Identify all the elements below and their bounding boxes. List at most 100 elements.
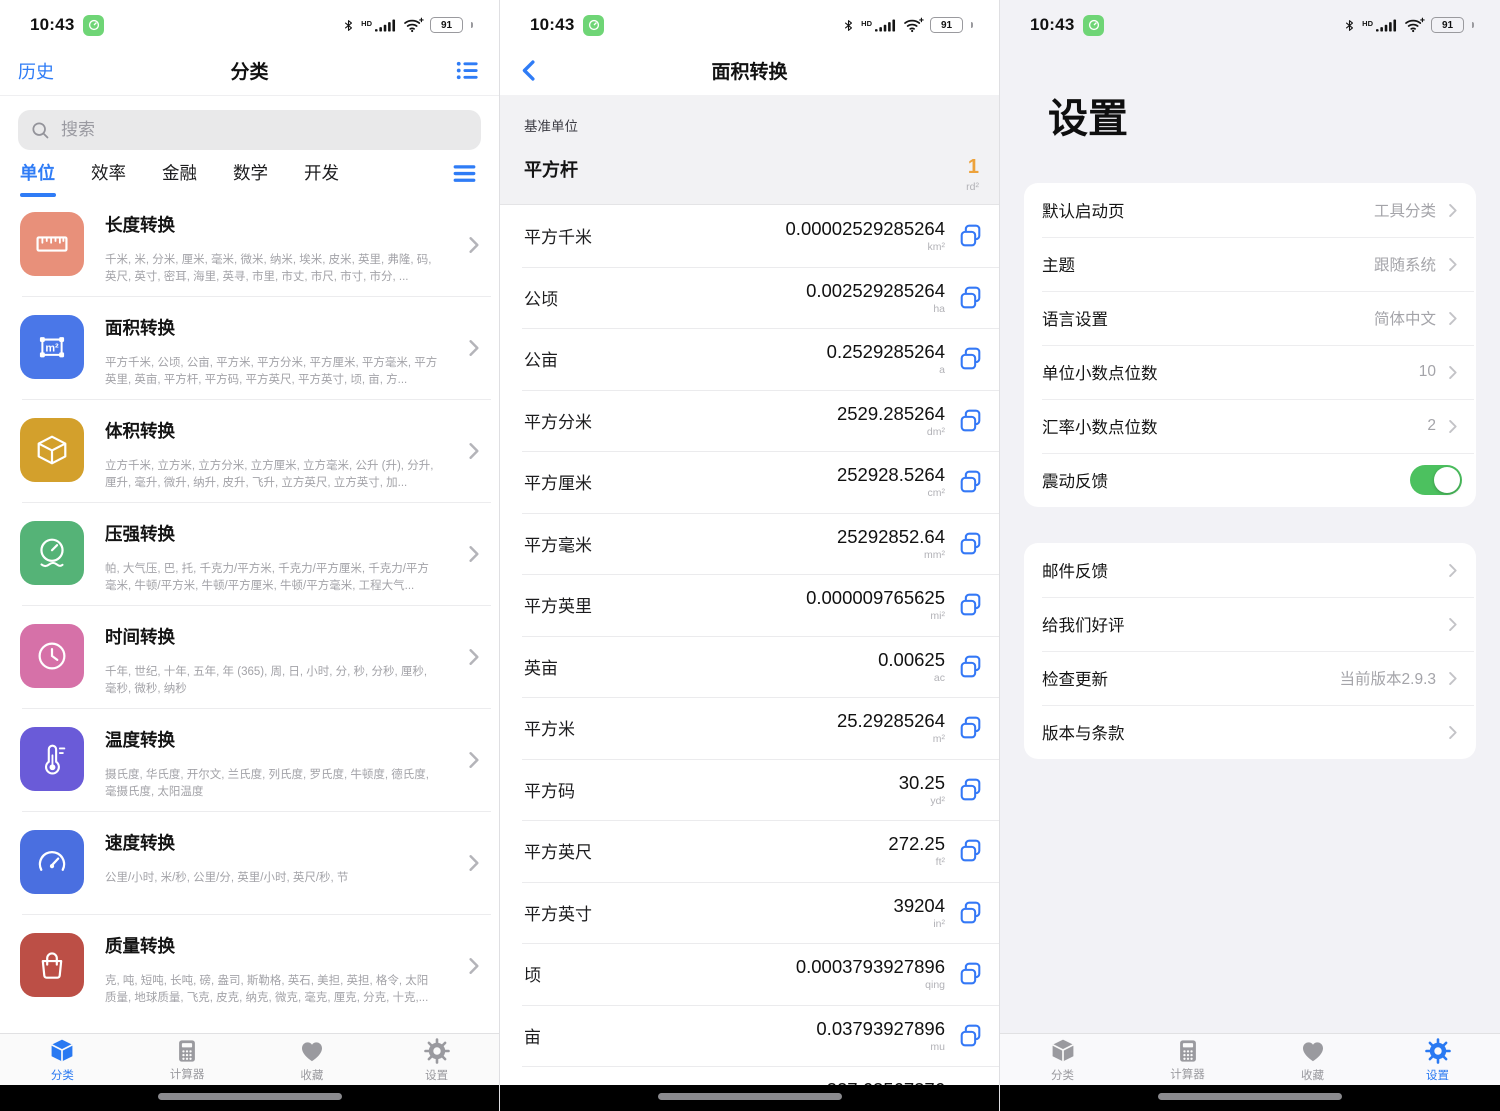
setting-value: 简体中文 <box>1374 307 1436 329</box>
chevron-right-icon <box>462 439 485 462</box>
conversion-row[interactable]: 平方英尺 272.25 ft² <box>500 820 999 882</box>
base-unit-row[interactable]: 平方杆 1 rd² <box>524 156 983 193</box>
unit-symbol: a <box>939 364 945 376</box>
tab-bar-item[interactable]: 设置 <box>1375 1034 1500 1085</box>
conversion-row[interactable]: 顷 0.0003793927896 qing <box>500 943 999 1005</box>
conversion-row[interactable]: 平方英寸 39204 in² <box>500 882 999 944</box>
settings-row[interactable]: 震动反馈 <box>1024 453 1476 507</box>
copy-icon[interactable] <box>955 774 985 804</box>
tab-bar-item[interactable]: 分类 <box>0 1034 125 1085</box>
setting-value: 工具分类 <box>1374 199 1436 221</box>
category-title: 压强转换 <box>105 521 439 546</box>
category-tab[interactable]: 单位 <box>20 160 55 197</box>
unit-value: 0.0003793927896 <box>796 956 945 978</box>
back-icon[interactable] <box>516 57 543 84</box>
conversion-row[interactable]: 平方分米 2529.285264 dm² <box>500 390 999 452</box>
tab-bar-item[interactable]: 设置 <box>374 1034 499 1085</box>
settings-row[interactable]: 给我们好评 <box>1024 597 1476 651</box>
settings-row[interactable]: 版本与条款 <box>1024 705 1476 759</box>
toggle-knob <box>1434 467 1460 493</box>
category-row[interactable]: 质量转换 克, 吨, 短吨, 长吨, 磅, 盎司, 斯勒格, 英石, 美担, 英… <box>0 914 499 1017</box>
category-row[interactable]: 压强转换 帕, 大气压, 巴, 托, 千克力/平方米, 千克力/平方厘米, 千克… <box>0 502 499 605</box>
settings-row[interactable]: 单位小数点位数 10 <box>1024 345 1476 399</box>
category-row[interactable]: m² 面积转换 平方千米, 公顷, 公亩, 平方米, 平方分米, 平方厘米, 平… <box>0 296 499 399</box>
category-tab[interactable]: 金融 <box>162 160 197 197</box>
tab-heart-icon <box>1299 1037 1327 1065</box>
home-indicator[interactable] <box>158 1093 342 1100</box>
tab-bar-item[interactable]: 计算器 <box>125 1034 250 1085</box>
copy-icon[interactable] <box>955 651 985 681</box>
category-tab[interactable]: 数学 <box>233 160 268 197</box>
copy-icon[interactable] <box>955 344 985 374</box>
home-bar <box>1000 1085 1500 1111</box>
copy-icon[interactable] <box>955 221 985 251</box>
tab-gear-icon <box>1424 1037 1452 1065</box>
conversion-row[interactable]: 平方英里 0.000009765625 mi² <box>500 574 999 636</box>
copy-icon[interactable] <box>955 897 985 927</box>
conversion-row[interactable]: 平方毫米 25292852.64 mm² <box>500 513 999 575</box>
category-row[interactable]: 速度转换 公里/小时, 米/秒, 公里/分, 英里/小时, 英尺/秒, 节 <box>0 811 499 914</box>
copy-icon[interactable] <box>955 590 985 620</box>
category-row[interactable]: 体积转换 立方千米, 立方米, 立方分米, 立方厘米, 立方毫米, 公升 (升)… <box>0 399 499 502</box>
category-row[interactable]: 时间转换 千年, 世纪, 十年, 五年, 年 (365), 周, 日, 小时, … <box>0 605 499 708</box>
category-title: 体积转换 <box>105 418 439 443</box>
settings-row[interactable]: 汇率小数点位数 2 <box>1024 399 1476 453</box>
conversion-row[interactable]: 公亩 0.2529285264 a <box>500 328 999 390</box>
tab-bar-item[interactable]: 收藏 <box>1250 1034 1375 1085</box>
wifi-icon <box>902 17 924 33</box>
clock-time: 10:43 <box>530 15 574 35</box>
clock-icon <box>20 624 84 688</box>
unit-symbol: m² <box>933 733 945 745</box>
menu-icon[interactable] <box>450 159 479 188</box>
setting-label: 邮件反馈 <box>1042 558 1108 582</box>
copy-icon[interactable] <box>955 405 985 435</box>
settings-row[interactable]: 邮件反馈 <box>1024 543 1476 597</box>
unit-symbol: yd² <box>930 795 945 807</box>
copy-icon[interactable] <box>955 467 985 497</box>
home-indicator[interactable] <box>1158 1093 1342 1100</box>
category-title: 速度转换 <box>105 830 439 855</box>
base-unit-heading: 基准单位 <box>524 115 983 135</box>
setting-value: 10 <box>1419 363 1436 381</box>
settings-row[interactable]: 主题 跟随系统 <box>1024 237 1476 291</box>
category-row[interactable]: 长度转换 千米, 米, 分米, 厘米, 毫米, 微米, 纳米, 埃米, 皮米, … <box>0 193 499 296</box>
category-tab[interactable]: 开发 <box>304 160 339 197</box>
conversion-row[interactable]: 公顷 0.002529285264 ha <box>500 267 999 329</box>
tab-bar-item[interactable]: 计算器 <box>1125 1034 1250 1085</box>
tab-bar-item[interactable]: 收藏 <box>250 1034 375 1085</box>
base-unit-value[interactable]: 1 <box>966 156 979 179</box>
conversion-row[interactable]: 亩 0.03793927896 mu <box>500 1005 999 1067</box>
copy-icon[interactable] <box>955 528 985 558</box>
list-view-icon[interactable] <box>454 57 481 84</box>
settings-row[interactable]: 语言设置 简体中文 <box>1024 291 1476 345</box>
tab-bar-item[interactable]: 分类 <box>1000 1034 1125 1085</box>
settings-row[interactable]: 默认启动页 工具分类 <box>1024 183 1476 237</box>
copy-icon[interactable] <box>955 1020 985 1050</box>
settings-row[interactable]: 检查更新 当前版本2.9.3 <box>1024 651 1476 705</box>
wifi-icon <box>1403 17 1425 33</box>
search-input[interactable] <box>59 119 469 141</box>
hd-indicator: HD <box>361 19 372 28</box>
cube-icon <box>20 418 84 482</box>
home-indicator[interactable] <box>658 1093 842 1100</box>
chevron-right-icon <box>1443 363 1462 382</box>
unit-value: 25292852.64 <box>837 526 945 548</box>
clock-time: 10:43 <box>30 15 74 35</box>
copy-icon[interactable] <box>955 282 985 312</box>
conversion-row[interactable]: 英亩 0.00625 ac <box>500 636 999 698</box>
category-tab[interactable]: 效率 <box>91 160 126 197</box>
search-bar[interactable] <box>18 110 481 150</box>
vibration-toggle[interactable] <box>1410 465 1462 495</box>
conversion-row[interactable]: 平方厘米 252928.5264 cm² <box>500 451 999 513</box>
conversion-row[interactable]: 平方码 30.25 yd² <box>500 759 999 821</box>
unit-name: 平方千米 <box>524 223 592 248</box>
category-row[interactable]: 温度转换 摄氏度, 华氏度, 开尔文, 兰氏度, 列氏度, 罗氏度, 牛顿度, … <box>0 708 499 811</box>
conversion-row[interactable]: 平方米 25.29285264 m² <box>500 697 999 759</box>
speedometer-icon <box>20 830 84 894</box>
copy-icon[interactable] <box>955 836 985 866</box>
conversion-row[interactable]: 平方千米 0.00002529285264 km² <box>500 205 999 267</box>
copy-icon[interactable] <box>955 713 985 743</box>
signal-icon <box>875 18 896 33</box>
copy-icon[interactable] <box>955 959 985 989</box>
category-title: 温度转换 <box>105 727 439 752</box>
